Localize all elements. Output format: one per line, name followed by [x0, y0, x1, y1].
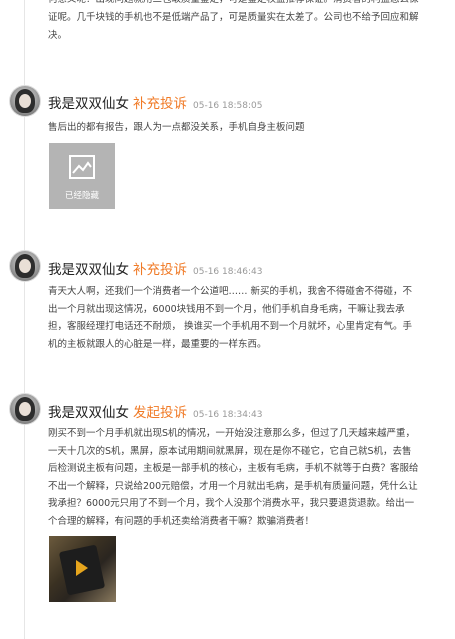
hidden-image[interactable]: 已经隐藏 — [49, 143, 115, 209]
entry-header: 我是双双仙女 补充投诉 05-16 18:58:05 — [48, 92, 262, 112]
avatar[interactable] — [10, 394, 40, 424]
user-name[interactable]: 我是双双仙女 — [48, 96, 129, 112]
entry-body: 刚买不到一个月手机就出现S机的情况，一开始没注意那么多，但过了几天越来越严重，一… — [48, 428, 419, 527]
action-label: 补充投诉 — [133, 96, 187, 112]
timestamp: 05-16 18:34:43 — [193, 410, 263, 420]
timestamp: 05-16 18:58:05 — [193, 101, 263, 111]
image-placeholder-icon — [69, 155, 95, 179]
hidden-caption: 已经隐藏 — [64, 191, 99, 201]
user-name[interactable]: 我是双双仙女 — [48, 262, 129, 278]
action-label: 发起投诉 — [133, 405, 187, 421]
user-name[interactable]: 我是双双仙女 — [48, 405, 129, 421]
play-icon[interactable] — [76, 560, 88, 576]
action-label: 补充投诉 — [133, 262, 187, 278]
avatar[interactable] — [10, 251, 40, 281]
entry-header: 我是双双仙女 补充投诉 05-16 18:46:43 — [48, 258, 262, 278]
video-thumbnail[interactable] — [49, 536, 116, 602]
timestamp: 05-16 18:46:43 — [193, 267, 263, 277]
avatar[interactable] — [10, 86, 40, 116]
entry-header: 我是双双仙女 发起投诉 05-16 18:34:43 — [48, 401, 262, 421]
entry-body: 青天大人啊，还我们一个消费者一个公道吧…… 新买的手机，我舍不得碰舍不得碰，不出… — [48, 286, 413, 350]
entry-body: 售后出的都有报告，跟人为一点都没关系，手机自身主板问题 — [48, 122, 305, 133]
previous-complaint-text: 何意义呢？出现问题就用三包取质量鉴定，可是鉴定权益推荐保证。消费者的利益怎么保证… — [48, 0, 419, 41]
